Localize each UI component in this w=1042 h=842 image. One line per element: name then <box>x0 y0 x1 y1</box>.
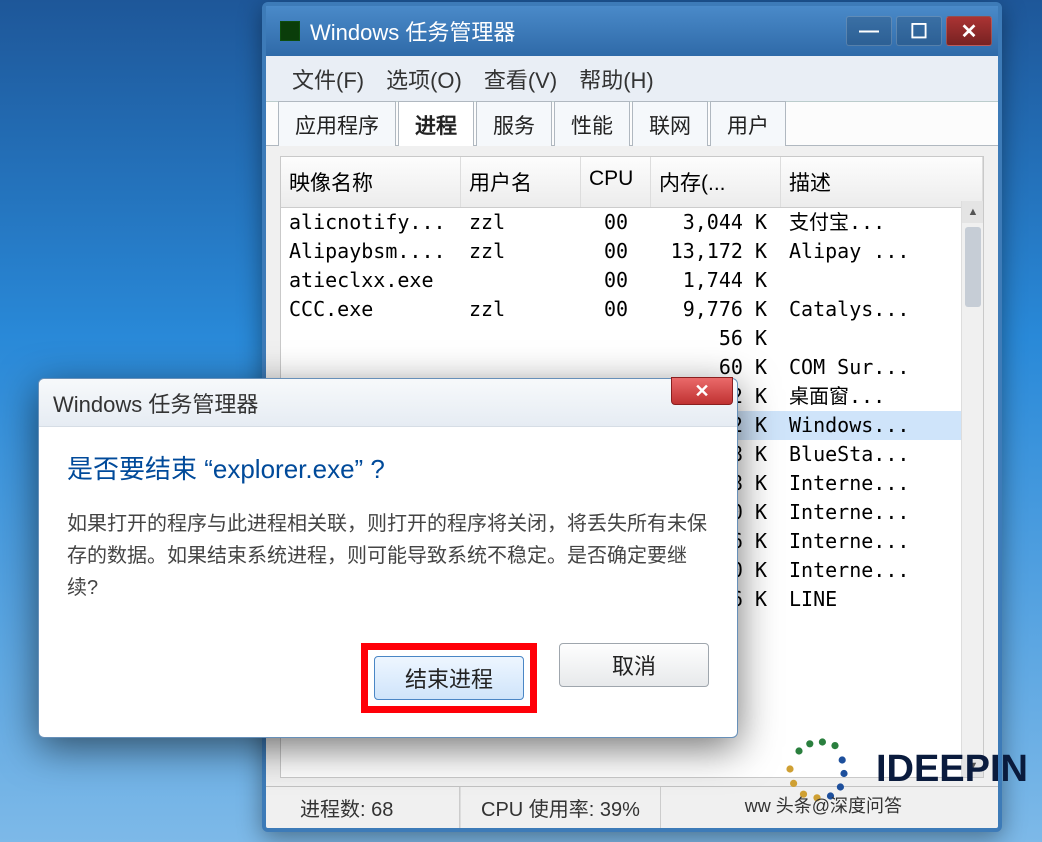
dialog-text: 如果打开的程序与此进程相关联，则打开的程序将关闭，将丢失所有未保存的数据。如果结… <box>67 508 709 604</box>
menu-help[interactable]: 帮助(H) <box>573 59 660 99</box>
dialog-heading: 是否要结束 “explorer.exe” ? <box>67 449 709 486</box>
menu-file[interactable]: 文件(F) <box>286 59 370 99</box>
end-process-dialog: Windows 任务管理器 ✕ 是否要结束 “explorer.exe” ? 如… <box>38 378 738 738</box>
menu-options[interactable]: 选项(O) <box>380 59 468 99</box>
tab-performance[interactable]: 性能 <box>554 101 630 146</box>
table-row[interactable]: Alipaybsm....zzl0013,172 KAlipay ... <box>281 237 983 266</box>
credit-watermark: ww 头条@深度问答 <box>745 792 902 818</box>
tab-networking[interactable]: 联网 <box>632 101 708 146</box>
table-header: 映像名称 用户名 CPU 内存(... 描述 <box>281 157 983 208</box>
scroll-up-icon[interactable]: ▲ <box>962 201 984 223</box>
cancel-button[interactable]: 取消 <box>559 643 709 687</box>
window-title: Windows 任务管理器 <box>310 15 842 47</box>
tabbar: 应用程序 进程 服务 性能 联网 用户 <box>266 102 998 146</box>
brand-text: IDEEPIN <box>876 748 1028 791</box>
col-cpu[interactable]: CPU <box>581 157 651 207</box>
tab-users[interactable]: 用户 <box>710 101 786 146</box>
menu-view[interactable]: 查看(V) <box>478 59 563 99</box>
menubar: 文件(F) 选项(O) 查看(V) 帮助(H) <box>266 56 998 102</box>
dialog-buttons: 结束进程 取消 <box>39 643 737 737</box>
table-row[interactable]: alicnotify...zzl003,044 K支付宝... <box>281 208 983 237</box>
dialog-close-button[interactable]: ✕ <box>671 377 733 405</box>
status-cpu-usage: CPU 使用率: 39% <box>460 787 661 828</box>
col-memory[interactable]: 内存(... <box>651 157 781 207</box>
col-description[interactable]: 描述 <box>781 157 983 207</box>
tab-processes[interactable]: 进程 <box>398 101 474 146</box>
tab-services[interactable]: 服务 <box>476 101 552 146</box>
col-user[interactable]: 用户名 <box>461 157 581 207</box>
dialog-body: 是否要结束 “explorer.exe” ? 如果打开的程序与此进程相关联，则打… <box>39 427 737 643</box>
end-process-button[interactable]: 结束进程 <box>374 656 524 700</box>
close-button[interactable]: ✕ <box>946 16 992 46</box>
tab-applications[interactable]: 应用程序 <box>278 101 396 146</box>
dialog-title: Windows 任务管理器 <box>53 387 258 419</box>
col-image-name[interactable]: 映像名称 <box>281 157 461 207</box>
dialog-titlebar[interactable]: Windows 任务管理器 ✕ <box>39 379 737 427</box>
app-icon <box>280 21 300 41</box>
table-row[interactable]: atieclxx.exe001,744 K <box>281 266 983 295</box>
scrollbar[interactable]: ▲ ▼ <box>961 201 983 777</box>
maximize-button[interactable]: ☐ <box>896 16 942 46</box>
titlebar[interactable]: Windows 任务管理器 — ☐ ✕ <box>266 6 998 56</box>
status-process-count: 进程数: 68 <box>280 787 460 828</box>
table-row[interactable]: 56 K <box>281 324 983 353</box>
minimize-button[interactable]: — <box>846 16 892 46</box>
scroll-thumb[interactable] <box>965 227 981 307</box>
table-row[interactable]: CCC.exezzl009,776 KCatalys... <box>281 295 983 324</box>
highlight-annotation: 结束进程 <box>361 643 537 713</box>
